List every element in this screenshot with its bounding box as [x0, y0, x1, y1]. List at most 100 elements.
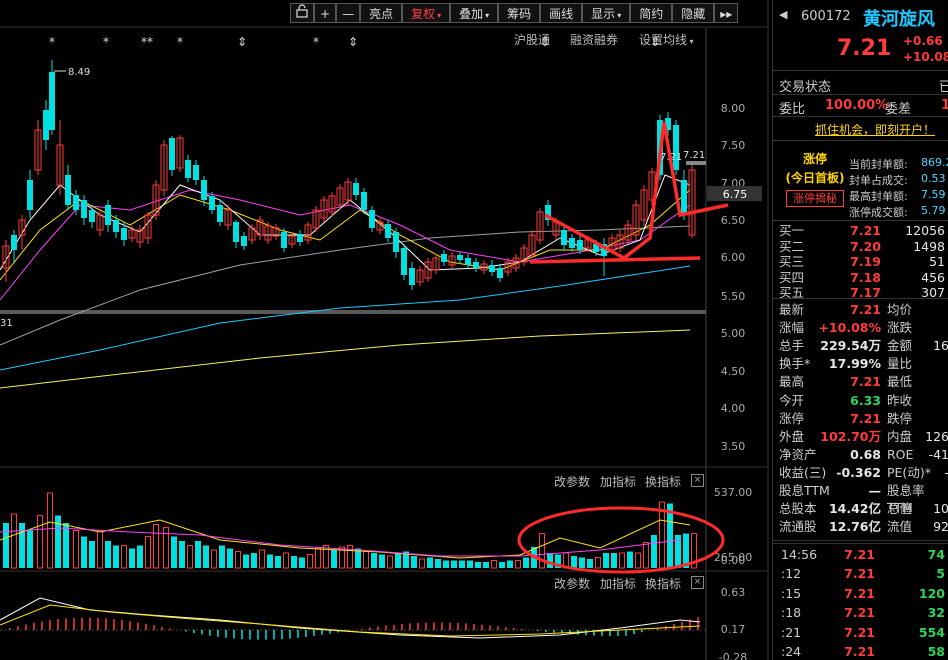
- kline-chart[interactable]: 8.007.507.006.756.506.005.505.004.504.00…: [0, 0, 770, 660]
- stat-label: 换手*: [779, 356, 811, 372]
- candle-body: [473, 262, 479, 268]
- volume-bar: [435, 559, 441, 568]
- candle-body: [65, 175, 71, 205]
- macd-params-button[interactable]: 改参数: [554, 575, 590, 592]
- tick-volume: 32: [927, 605, 945, 621]
- status-value: 已: [939, 80, 948, 95]
- candle-body: [81, 200, 87, 218]
- volume-bar: [651, 535, 657, 568]
- weicha-value: 1: [941, 98, 948, 113]
- volume-bar: [387, 555, 393, 569]
- event-marker: *: [313, 35, 319, 49]
- tick-row: :18 7.21 32: [773, 604, 948, 621]
- vol-add-indicator-button[interactable]: 加指标: [600, 473, 636, 490]
- volume-bar: [299, 557, 305, 568]
- bid-row[interactable]: 买四 7.18 456: [773, 269, 948, 286]
- bid-volume: 456: [921, 269, 945, 285]
- vol-close-icon[interactable]: ×: [691, 474, 704, 487]
- macd-axis-label: 0.17: [721, 623, 746, 636]
- stat-label: 总股本: [779, 501, 817, 517]
- macd-add-indicator-button[interactable]: 加指标: [600, 575, 636, 592]
- tick-time: :15: [781, 585, 802, 601]
- volume-bar: [137, 545, 143, 568]
- volume-bar: [235, 551, 241, 569]
- stat-value: +10.08%: [818, 320, 881, 336]
- tick-time: :24: [781, 644, 802, 659]
- candle-body: [43, 110, 49, 140]
- tick-price: 7.21: [844, 547, 875, 562]
- limit-title: 涨停: [802, 152, 827, 166]
- bid-volume: 51: [929, 254, 945, 269]
- volume-bar: [475, 562, 481, 568]
- price-axis-label: 6.00: [721, 251, 746, 264]
- vol-switch-indicator-button[interactable]: 换指标: [645, 473, 681, 490]
- volume-bar: [3, 523, 9, 568]
- stat-label-2: 内盘: [887, 428, 913, 444]
- tick-volume: 74: [927, 547, 945, 562]
- tick-price: 7.21: [844, 624, 875, 640]
- candle-body: [681, 180, 687, 215]
- quote-panel: ◀ 600172 黄河旋风 7.21 +0.66 +10.08% 交易状态 已 …: [772, 0, 948, 660]
- tick-volume: 120: [918, 585, 945, 601]
- bid-label: 买四: [779, 269, 805, 285]
- candle-body: [121, 228, 127, 240]
- stat-value: 12.76亿: [828, 519, 881, 535]
- candle-body: [169, 138, 175, 170]
- tick-time: :21: [781, 624, 802, 640]
- volume-bar: [179, 541, 185, 568]
- stat-value-2: 10: [933, 501, 948, 517]
- stat-row: 今开 6.33 昨收: [773, 392, 948, 409]
- candle-body: [185, 160, 191, 178]
- tick-price: 7.21: [844, 644, 875, 659]
- volume-bar: [227, 548, 233, 568]
- candle-body: [233, 222, 239, 242]
- bid-price: 7.18: [850, 269, 881, 285]
- tick-price: 7.21: [844, 585, 875, 601]
- vol-params-button[interactable]: 改参数: [554, 473, 590, 490]
- seal-label: 封单占成交:: [849, 174, 908, 187]
- volume-bar: [523, 557, 529, 568]
- tick-time: :12: [781, 566, 802, 582]
- stock-code: 600172: [801, 9, 851, 24]
- volume-bar: [467, 560, 473, 568]
- candle-body: [113, 220, 119, 232]
- price-axis-label: 6.50: [721, 214, 746, 227]
- macd-axis-label: 0.63: [721, 586, 746, 599]
- volume-bar: [259, 549, 265, 569]
- candle-body: [217, 205, 223, 222]
- stat-label: 今开: [779, 392, 805, 408]
- macd-close-icon[interactable]: ×: [691, 576, 704, 589]
- volume-bar: [595, 557, 601, 569]
- stat-label-2: 最低: [887, 374, 913, 390]
- candle-body: [385, 224, 391, 238]
- price-axis-label: 8.00: [721, 102, 746, 115]
- candle-body: [465, 258, 471, 265]
- promo-link[interactable]: 抓住机会，即刻开户！: [815, 121, 935, 138]
- event-marker: ⇕: [348, 35, 358, 49]
- stat-label-2: 昨收: [887, 392, 913, 408]
- candle-body: [11, 235, 17, 250]
- stat-row: 最高 7.21 最低: [773, 373, 948, 390]
- volume-bar: [275, 556, 281, 568]
- seal-label: 最高封单额:: [849, 190, 908, 203]
- macd-dea-line: [0, 604, 701, 637]
- stat-label: 涨幅: [779, 320, 805, 336]
- limit-reveal-button[interactable]: 涨停揭秘: [786, 190, 844, 207]
- candle-body: [105, 205, 111, 225]
- candle-body: [89, 210, 95, 222]
- bid-row[interactable]: 买二 7.20 1498: [773, 238, 948, 255]
- bid-volume: 1498: [913, 238, 945, 254]
- back-arrow-icon[interactable]: ◀: [779, 8, 787, 21]
- stat-value: 14.42亿: [828, 501, 881, 517]
- stat-value: 7.21: [850, 410, 881, 426]
- macd-switch-indicator-button[interactable]: 换指标: [645, 575, 681, 592]
- volume-bar: [97, 530, 103, 569]
- bid-price: 7.21: [850, 223, 881, 238]
- candle-body: [673, 125, 679, 170]
- bid-row[interactable]: 买三 7.19 51: [773, 253, 948, 270]
- bid-row[interactable]: 买一 7.21 12056: [773, 222, 948, 239]
- stat-label-2: 均价: [887, 302, 913, 317]
- tick-row: :21 7.21 554: [773, 624, 948, 641]
- annotation-volume-circle: [517, 506, 725, 574]
- volume-bar: [579, 557, 585, 568]
